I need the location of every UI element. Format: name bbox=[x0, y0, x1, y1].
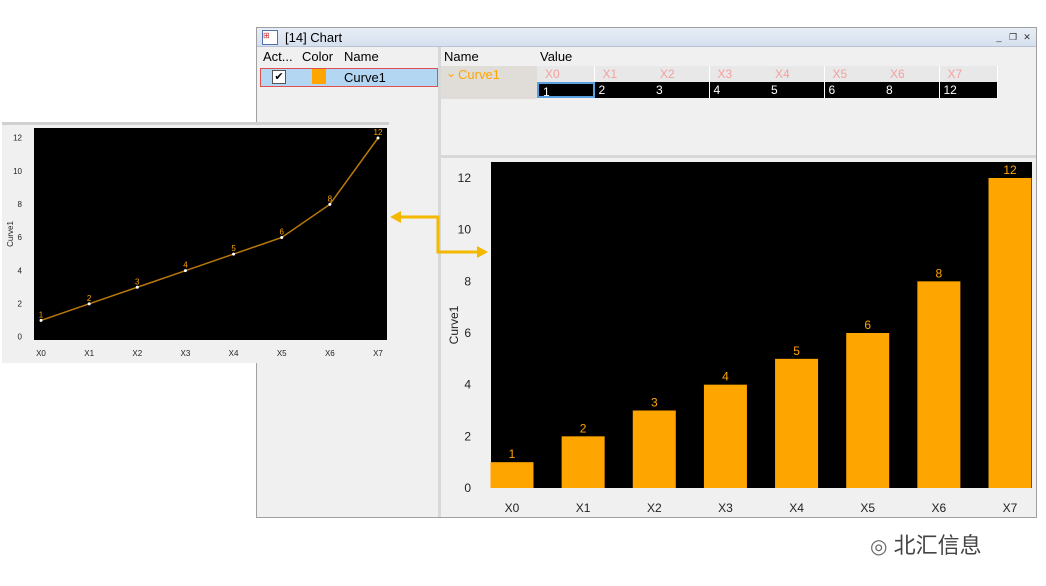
watermark: ◎ 北汇信息 bbox=[870, 528, 982, 560]
arrow-left-icon bbox=[390, 211, 401, 223]
connector-line bbox=[400, 215, 480, 254]
arrows bbox=[390, 211, 488, 258]
arrow-right-icon bbox=[477, 246, 488, 258]
watermark-text: 北汇信息 bbox=[893, 533, 982, 558]
wechat-icon: ◎ bbox=[870, 536, 888, 558]
